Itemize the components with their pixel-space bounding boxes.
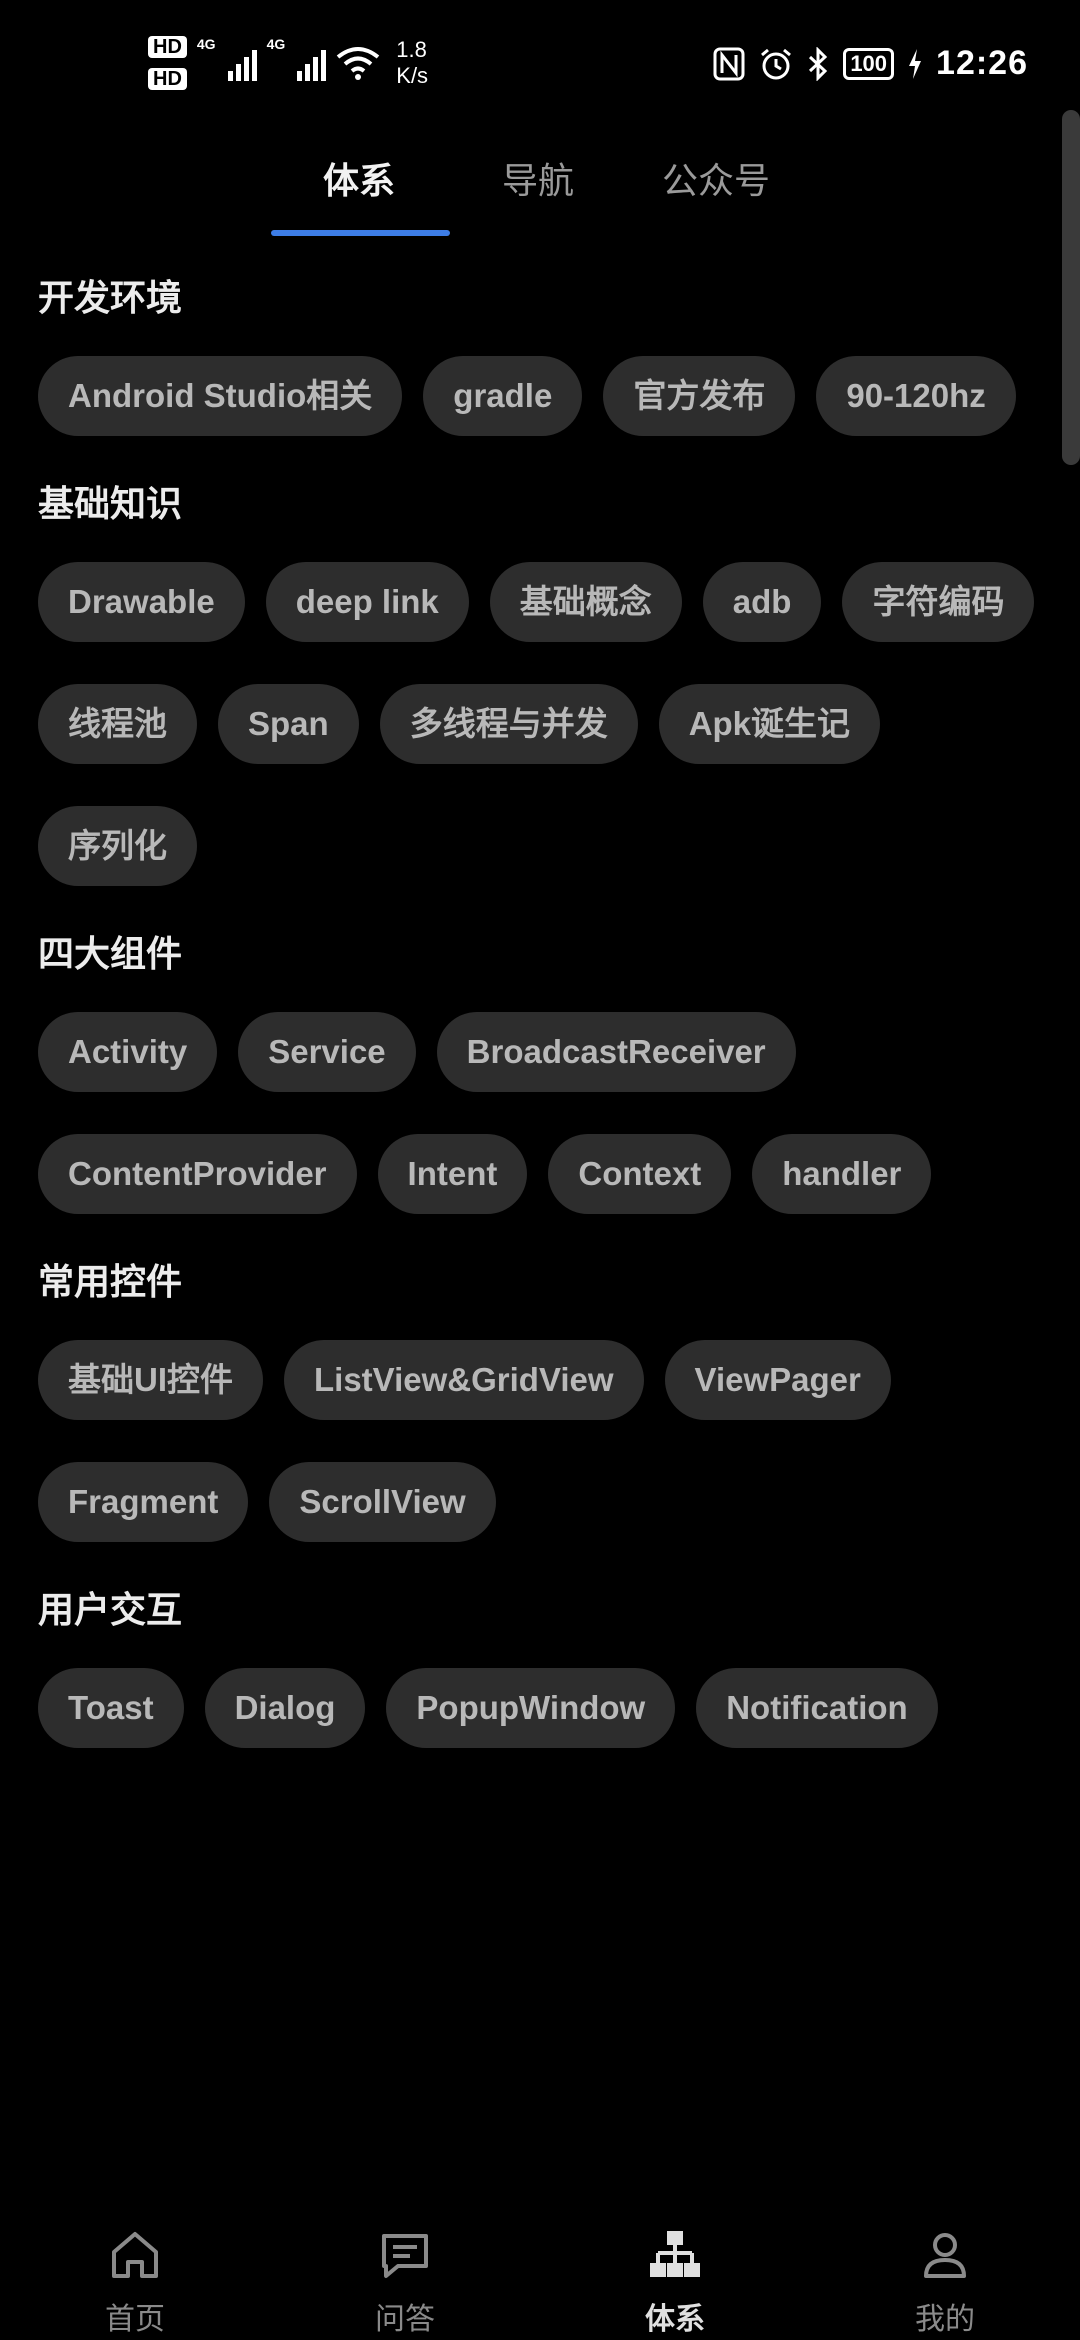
network-speed: 1.8 K/s [396, 37, 428, 89]
network-type-1: 4G [196, 36, 216, 52]
section-basics: 基础知识 Drawable deep link 基础概念 adb 字符编码 线程… [38, 476, 1038, 886]
speed-value: 1.8 [396, 37, 427, 62]
chip[interactable]: 基础UI控件 [38, 1340, 263, 1420]
tab-indicator [271, 230, 450, 236]
speed-unit: K/s [396, 63, 429, 88]
alarm-icon [761, 48, 792, 79]
chip[interactable]: 线程池 [38, 684, 197, 764]
status-left: HD HD 4G 4G 1.8 K/s [148, 36, 428, 90]
chip-group: Toast Dialog PopupWindow Notification [38, 1668, 1038, 1748]
chip-group: Activity Service BroadcastReceiver Conte… [38, 1012, 1038, 1214]
chip[interactable]: PopupWindow [386, 1668, 676, 1748]
section-title: 基础知识 [38, 483, 183, 524]
section-title: 用户交互 [38, 1589, 183, 1630]
chip[interactable]: 基础概念 [489, 562, 682, 642]
section-user-interaction: 用户交互 Toast Dialog PopupWindow Notificati… [38, 1582, 1038, 1748]
bluetooth-icon [809, 46, 828, 81]
nav-label: 首页 [105, 2303, 165, 2336]
section-dev-environment: 开发环境 Android Studio相关 gradle 官方发布 90-120… [38, 270, 1038, 436]
battery-level: 100 [843, 47, 895, 80]
chip-group: Android Studio相关 gradle 官方发布 90-120hz [38, 356, 1038, 436]
chip-group: Drawable deep link 基础概念 adb 字符编码 线程池 Spa… [38, 562, 1038, 886]
chat-icon [382, 2234, 428, 2278]
hierarchy-icon [650, 2231, 700, 2277]
chip[interactable]: Android Studio相关 [38, 356, 403, 436]
clock: 12:26 [936, 44, 1028, 82]
chip[interactable]: Intent [377, 1134, 528, 1214]
chip-group: 基础UI控件 ListView&GridView ViewPager Fragm… [38, 1340, 1038, 1542]
nav-home[interactable]: 首页 [0, 2200, 270, 2340]
tab-official-accounts[interactable]: 公众号 [662, 152, 770, 204]
nav-mine[interactable]: 我的 [810, 2200, 1080, 2340]
tab-system[interactable]: 体系 [323, 152, 395, 204]
section-title: 四大组件 [38, 933, 183, 974]
section-title: 常用控件 [38, 1261, 183, 1302]
chip[interactable]: Notification [696, 1668, 938, 1748]
chip[interactable]: ViewPager [664, 1340, 891, 1420]
chip[interactable]: Dialog [204, 1668, 366, 1748]
signal-icon [227, 45, 257, 81]
chip[interactable]: 序列化 [38, 806, 197, 886]
scrollbar[interactable] [1062, 110, 1080, 465]
signal-icon [297, 45, 327, 81]
chip[interactable]: 官方发布 [603, 356, 796, 436]
chip[interactable]: ContentProvider [38, 1134, 357, 1214]
chip[interactable]: gradle [423, 356, 583, 436]
chip[interactable]: Toast [38, 1668, 184, 1748]
chip[interactable]: 多线程与并发 [379, 684, 638, 764]
chip[interactable]: adb [702, 562, 822, 642]
chip[interactable]: Drawable [38, 562, 245, 642]
nav-label: 问答 [375, 2303, 435, 2336]
nav-qa[interactable]: 问答 [270, 2200, 540, 2340]
nav-label: 我的 [915, 2303, 975, 2336]
network-type-2: 4G [266, 36, 286, 52]
chip[interactable]: Service [238, 1012, 416, 1092]
bottom-navigation: 首页 问答 体系 我的 [0, 2200, 1080, 2340]
chip[interactable]: 90-120hz [816, 356, 1016, 436]
section-common-widgets: 常用控件 基础UI控件 ListView&GridView ViewPager … [38, 1254, 1038, 1542]
category-list: 开发环境 Android Studio相关 gradle 官方发布 90-120… [38, 270, 1038, 1788]
chip[interactable]: Activity [38, 1012, 218, 1092]
chip[interactable]: handler [752, 1134, 932, 1214]
nfc-icon [713, 47, 745, 80]
wifi-icon [337, 47, 380, 80]
chip[interactable]: Context [548, 1134, 732, 1214]
nav-label: 体系 [645, 2303, 705, 2336]
chip[interactable]: ScrollView [269, 1462, 496, 1542]
chip[interactable]: 字符编码 [842, 562, 1035, 642]
section-title: 开发环境 [38, 277, 183, 318]
chip[interactable]: BroadcastReceiver [436, 1012, 796, 1092]
chip[interactable]: ListView&GridView [284, 1340, 644, 1420]
person-icon [924, 2233, 966, 2278]
hd-indicators: HD HD [148, 36, 187, 90]
section-four-components: 四大组件 Activity Service BroadcastReceiver … [38, 926, 1038, 1214]
status-right: 100 12:26 [713, 44, 1028, 83]
nav-system[interactable]: 体系 [540, 2200, 810, 2340]
home-icon [112, 2232, 158, 2278]
chip[interactable]: Span [218, 684, 359, 764]
chip[interactable]: Fragment [38, 1462, 249, 1542]
status-bar: HD HD 4G 4G 1.8 K/s 100 12:26 [0, 0, 1080, 130]
tab-navigation[interactable]: 导航 [502, 152, 574, 204]
chip[interactable]: deep link [265, 562, 469, 642]
charging-icon [909, 48, 922, 79]
hd-badge-2: HD [148, 68, 187, 90]
top-tabs: 体系 导航 公众号 [0, 140, 1080, 240]
hd-badge-1: HD [148, 36, 187, 58]
chip[interactable]: Apk诞生记 [658, 684, 881, 764]
